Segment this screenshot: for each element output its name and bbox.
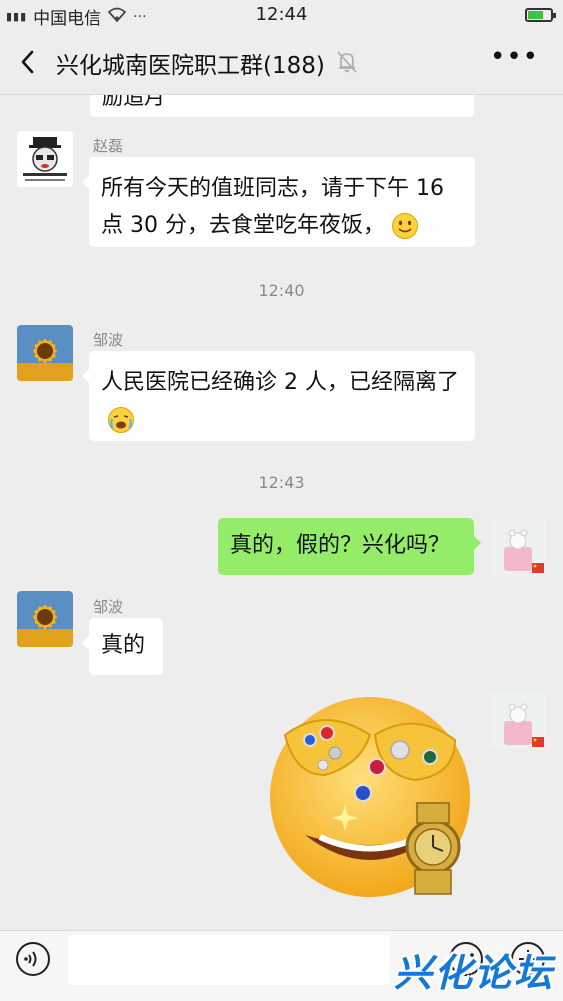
message-text: 励追月 <box>102 95 165 109</box>
avatar-zhaolei[interactable] <box>17 131 73 187</box>
jewelry-emoji-sticker[interactable] <box>265 695 475 900</box>
bell-muted-icon <box>336 50 358 74</box>
forum-watermark: 兴化论坛 <box>394 951 555 995</box>
chat-header: 兴化城南医院职工群(188) ••• <box>0 30 563 95</box>
chat-title: 兴化城南医院职工群(188) <box>56 53 325 79</box>
more-dots-icon[interactable]: ••• <box>490 42 539 72</box>
message-text: 人民医院已经确诊 2 人，已经隔离了 <box>101 370 459 395</box>
message-bubble[interactable]: 人民医院已经确诊 2 人，已经隔离了 <box>82 351 475 441</box>
crying-emoji-icon <box>107 406 135 434</box>
timestamp: 12:40 <box>258 281 305 300</box>
chevron-left-icon[interactable] <box>14 44 44 80</box>
message-input[interactable] <box>68 935 390 985</box>
status-time: 12:44 <box>255 4 308 25</box>
message-bubble-partial[interactable]: 励追月 <box>90 95 474 117</box>
message-bubble[interactable]: 所有今天的值班同志，请于下午 16 点 30 分，去食堂吃年夜饭， <box>82 157 475 247</box>
status-bar: ▮▮▮ 中国电信 ··· 12:44 <box>0 0 563 30</box>
message-list[interactable]: 励追月 赵磊 所有今天的值班同志，请于下午 16 点 30 分，去食堂吃年夜饭，… <box>0 95 563 930</box>
timestamp: 12:43 <box>258 473 305 492</box>
battery-fill <box>528 11 543 19</box>
avatar-zoubo[interactable] <box>17 325 73 381</box>
sender-name: 邹波 <box>93 598 124 616</box>
message-text: 真的，假的？兴化吗？ <box>230 533 451 558</box>
avatar-self[interactable] <box>490 693 546 749</box>
message-text: 真的 <box>101 633 146 658</box>
sender-name: 赵磊 <box>93 137 124 155</box>
message-bubble[interactable]: 真的 <box>82 618 163 675</box>
battery-icon <box>525 8 556 22</box>
sender-name: 邹波 <box>93 331 124 349</box>
voice-icon[interactable] <box>15 941 51 977</box>
smile-emoji-icon <box>391 212 419 240</box>
message-bubble-self[interactable]: 真的，假的？兴化吗？ <box>218 518 481 575</box>
avatar-self[interactable] <box>490 519 546 575</box>
avatar-zoubo[interactable] <box>17 591 73 647</box>
